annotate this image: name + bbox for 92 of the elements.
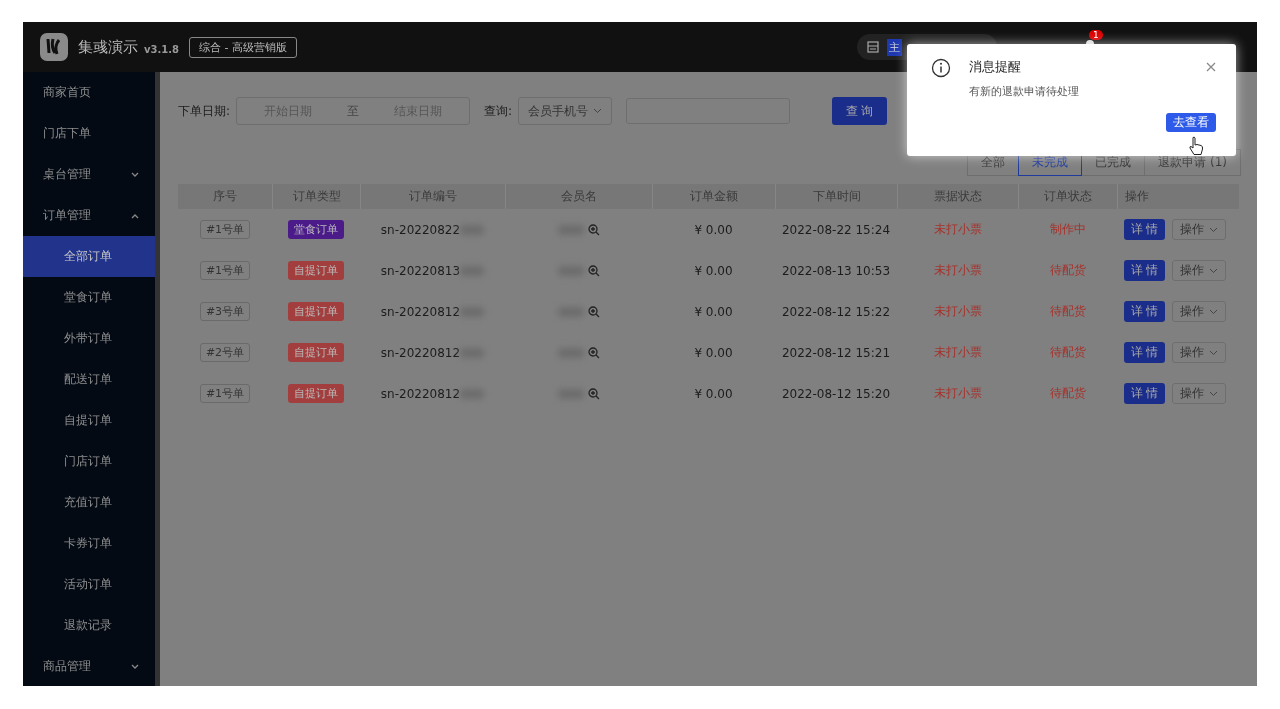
caret-icon	[1209, 390, 1218, 397]
sidebar-item[interactable]: 订单管理	[23, 195, 155, 236]
app-name: 集彧演示	[78, 37, 138, 57]
amount: ¥ 0.00	[693, 344, 734, 362]
order-id: sn-20220812	[380, 304, 461, 319]
sidebar-item[interactable]: 外带订单	[23, 318, 155, 359]
order-number-tag: #2号单	[199, 343, 251, 362]
order-type-tag: 自提订单	[288, 261, 344, 280]
caret-icon	[593, 108, 603, 114]
amount: ¥ 0.00	[693, 303, 734, 321]
ticket-status: 未打小票	[932, 344, 983, 361]
sidebar-item[interactable]: 桌台管理	[23, 154, 155, 195]
order-time: 2022-08-12 15:21	[780, 344, 892, 362]
order-time: 2022-08-12 15:20	[780, 385, 892, 403]
zoom-in-icon[interactable]	[587, 264, 600, 277]
edition-badge: 综合 - 高级营销版	[189, 36, 297, 58]
order-type-tag: 自提订单	[288, 384, 344, 403]
column-header: 订单状态	[1018, 184, 1117, 209]
ticket-status: 未打小票	[932, 262, 983, 279]
amount: ¥ 0.00	[693, 262, 734, 280]
store-icon	[867, 41, 879, 53]
caret-icon	[1209, 349, 1218, 356]
order-status: 待配货	[1048, 385, 1087, 402]
sidebar-item[interactable]: 堂食订单	[23, 277, 155, 318]
caret-icon	[1209, 267, 1218, 274]
caret-icon	[1209, 226, 1218, 233]
order-status: 待配货	[1048, 303, 1087, 320]
order-time: 2022-08-13 10:53	[780, 262, 892, 280]
zoom-in-icon[interactable]	[587, 387, 600, 400]
logo-icon	[40, 33, 68, 61]
order-status: 待配货	[1048, 262, 1087, 279]
sidebar-item[interactable]: 卡券订单	[23, 523, 155, 564]
order-number-tag: #1号单	[199, 220, 251, 239]
zoom-in-icon[interactable]	[587, 346, 600, 359]
query-button[interactable]: 查 询	[832, 97, 888, 125]
order-number-tag: #1号单	[199, 261, 251, 280]
sidebar-item[interactable]: 门店订单	[23, 441, 155, 482]
date-label: 下单日期:	[178, 102, 231, 120]
detail-button[interactable]: 详 情	[1124, 383, 1165, 404]
query-type-select[interactable]: 会员手机号	[518, 97, 613, 125]
action-dropdown[interactable]: 操作	[1172, 219, 1226, 240]
order-time: 2022-08-22 15:24	[780, 221, 892, 239]
sidebar-item[interactable]: 门店下单	[23, 113, 155, 154]
sidebar-item[interactable]: 配送订单	[23, 359, 155, 400]
close-icon[interactable]	[1206, 62, 1216, 72]
view-button[interactable]: 去查看	[1166, 113, 1216, 132]
sidebar-item[interactable]: 退款记录	[23, 605, 155, 646]
notification-title: 消息提醒	[969, 58, 1022, 76]
ticket-status: 未打小票	[932, 221, 983, 238]
order-type-tag: 自提订单	[288, 302, 344, 321]
detail-button[interactable]: 详 情	[1124, 260, 1165, 281]
sidebar-item[interactable]: 商家首页	[23, 72, 155, 113]
order-id: sn-20220822	[380, 222, 461, 237]
column-header: 操作	[1117, 184, 1238, 209]
detail-button[interactable]: 详 情	[1124, 342, 1165, 363]
amount: ¥ 0.00	[693, 221, 734, 239]
order-type-tag: 堂食订单	[288, 220, 344, 239]
order-status: 待配货	[1048, 344, 1087, 361]
column-header: 下单时间	[775, 184, 897, 209]
order-number-tag: #3号单	[199, 302, 251, 321]
notification-count: 1	[1089, 29, 1103, 40]
column-header: 订单金额	[652, 184, 775, 209]
sidebar-item[interactable]: 活动订单	[23, 564, 155, 605]
ticket-status: 未打小票	[932, 385, 983, 402]
order-number-tag: #1号单	[199, 384, 251, 403]
zoom-in-icon[interactable]	[587, 305, 600, 318]
action-dropdown[interactable]: 操作	[1172, 301, 1226, 322]
sidebar-item[interactable]: 全部订单	[23, 236, 155, 277]
notification-message: 有新的退款申请待处理	[969, 84, 1079, 99]
caret-icon	[1209, 308, 1218, 315]
sidebar-item[interactable]: 自提订单	[23, 400, 155, 441]
order-id: sn-20220813	[380, 263, 461, 278]
order-time: 2022-08-12 15:22	[780, 303, 892, 321]
order-id: sn-20220812	[380, 345, 461, 360]
order-id: sn-20220812	[380, 386, 461, 401]
sidebar-item[interactable]: 商品管理	[23, 646, 155, 686]
info-icon	[931, 58, 951, 78]
action-dropdown[interactable]: 操作	[1172, 260, 1226, 281]
store-badge: 主	[887, 38, 902, 56]
detail-button[interactable]: 详 情	[1124, 301, 1165, 322]
amount: ¥ 0.00	[693, 385, 734, 403]
column-header: 订单类型	[272, 184, 360, 209]
ticket-status: 未打小票	[932, 303, 983, 320]
zoom-in-icon[interactable]	[587, 223, 600, 236]
action-dropdown[interactable]: 操作	[1172, 383, 1226, 404]
order-type-tag: 自提订单	[288, 343, 344, 362]
version-label: v3.1.8	[144, 43, 179, 55]
action-dropdown[interactable]: 操作	[1172, 342, 1226, 363]
query-label: 查询:	[484, 102, 513, 120]
detail-button[interactable]: 详 情	[1124, 219, 1165, 240]
order-status: 制作中	[1048, 221, 1087, 238]
sidebar-item[interactable]: 充值订单	[23, 482, 155, 523]
